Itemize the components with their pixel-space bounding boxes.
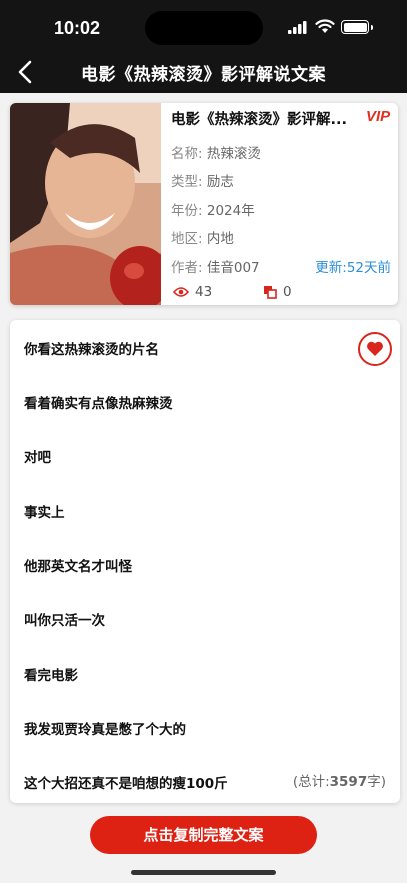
signal-icon — [288, 21, 307, 34]
movie-title: 电影《热辣滚烫》影评解... — [171, 112, 348, 128]
type-value: 励志 — [206, 174, 234, 190]
script-line: 事实上 — [24, 505, 65, 521]
script-line: 这个大招还真不是咱想的瘦100斤 — [24, 776, 228, 792]
script-line: 叫你只活一次 — [24, 613, 105, 629]
home-indicator — [131, 870, 276, 875]
name-label: 名称: — [171, 146, 203, 162]
views-count: 43 — [195, 284, 213, 300]
info-region-row: 地区: 内地 — [171, 227, 234, 247]
heart-icon — [367, 341, 383, 356]
year-value: 2024年 — [206, 203, 255, 219]
script-line: 你看这热辣滚烫的片名 — [24, 342, 159, 358]
info-name-row: 名称: 热辣滚烫 — [171, 142, 261, 162]
author-value: 佳音007 — [206, 260, 260, 276]
type-label: 类型: — [171, 174, 203, 190]
word-count-value: 3597 — [329, 774, 368, 790]
author-label: 作者: — [171, 260, 203, 276]
wifi-icon — [315, 19, 335, 33]
info-author-row: 作者: 佳音007 — [171, 256, 260, 276]
page-title: 电影《热辣滚烫》影评解说文案 — [81, 65, 326, 85]
word-count-suffix: 字) — [367, 774, 386, 790]
info-type-row: 类型: 励志 — [171, 170, 234, 190]
word-count-prefix: (总计: — [292, 774, 330, 790]
favorite-button[interactable] — [358, 332, 392, 366]
vip-badge: VIP — [366, 108, 391, 125]
script-line: 看完电影 — [24, 668, 78, 684]
script-card: 你看这热辣滚烫的片名 看着确实有点像热麻辣烫 对吧 事实上 他那英文名才叫怪 叫… — [10, 320, 400, 803]
movie-info-card[interactable]: 电影《热辣滚烫》影评解... VIP 名称: 热辣滚烫 类型: 励志 年份: 2… — [10, 103, 398, 305]
region-label: 地区: — [171, 231, 203, 247]
eye-icon — [173, 287, 189, 297]
views-stat: 43 — [173, 284, 212, 300]
name-value: 热辣滚烫 — [206, 146, 261, 162]
region-value: 内地 — [206, 231, 234, 247]
word-count: (总计:3597字) — [293, 770, 386, 790]
year-label: 年份: — [171, 203, 203, 219]
copy-icon — [264, 286, 277, 299]
script-line: 我发现贾玲真是憋了个大的 — [24, 722, 186, 738]
script-line: 看着确实有点像热麻辣烫 — [24, 396, 173, 412]
back-arrow-icon[interactable] — [14, 59, 38, 85]
script-line: 他那英文名才叫怪 — [24, 559, 132, 575]
movie-poster — [10, 103, 161, 305]
copies-count: 0 — [283, 284, 292, 300]
update-time: 更新:52天前 — [315, 260, 391, 276]
info-year-row: 年份: 2024年 — [171, 199, 255, 219]
battery-icon — [341, 20, 373, 34]
dynamic-island — [145, 11, 263, 45]
copies-stat: 0 — [263, 284, 292, 300]
copy-full-script-button[interactable]: 点击复制完整文案 — [90, 816, 317, 854]
script-line: 对吧 — [24, 450, 51, 466]
top-bar: 10:02 电影《热辣滚烫》影评解说文案 — [0, 0, 407, 93]
status-time: 10:02 — [54, 18, 101, 38]
